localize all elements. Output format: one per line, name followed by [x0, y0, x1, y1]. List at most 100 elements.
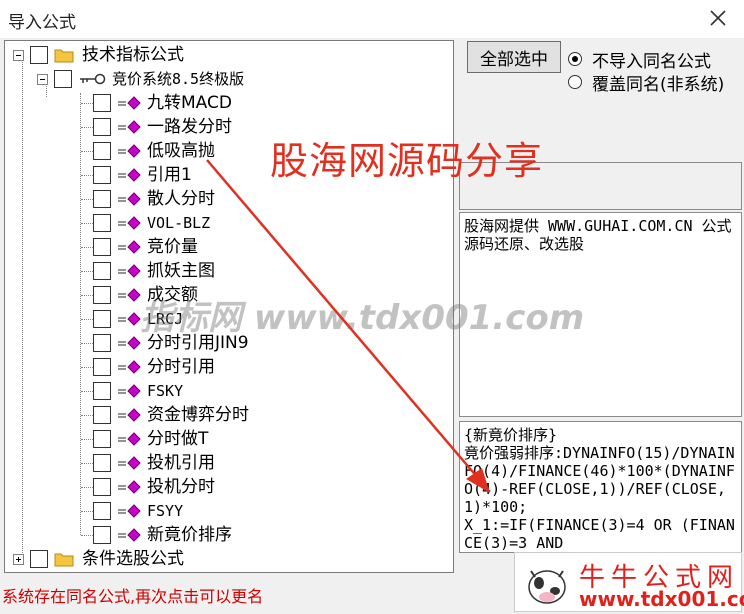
- tree-connector: [81, 535, 93, 536]
- formula-icon: [118, 216, 141, 230]
- checkbox[interactable]: [93, 382, 111, 400]
- tree-connector: [81, 391, 93, 392]
- folder-icon: [54, 49, 74, 63]
- tree-item[interactable]: 分时引用: [93, 355, 215, 379]
- tree-connector: [81, 127, 93, 128]
- checkbox[interactable]: [93, 214, 111, 232]
- tree-item[interactable]: 散人分时: [93, 187, 215, 211]
- checkbox[interactable]: [54, 70, 72, 88]
- expand-icon[interactable]: [13, 553, 24, 565]
- tree-connector: [81, 463, 93, 464]
- checkbox[interactable]: [93, 334, 111, 352]
- checkbox[interactable]: [93, 262, 111, 280]
- close-button[interactable]: [706, 6, 730, 30]
- checkbox[interactable]: [30, 46, 48, 64]
- tree-connector: [81, 199, 93, 200]
- tree-connector: [81, 439, 93, 440]
- tree-item-label: 引用1: [147, 165, 192, 185]
- checkbox[interactable]: [93, 142, 111, 160]
- select-all-button[interactable]: 全部选中: [467, 41, 561, 73]
- tree-node-label: 条件选股公式: [82, 549, 184, 569]
- tree-item-label: 资金博弈分时: [147, 405, 249, 425]
- tree-item[interactable]: 九转MACD: [93, 91, 232, 115]
- tree-item[interactable]: FSKY: [93, 379, 183, 403]
- tree-item[interactable]: 投机分时: [93, 475, 215, 499]
- formula-icon: [118, 504, 141, 518]
- radio-label: 覆盖同名(非系统): [592, 74, 725, 95]
- tree-connector: [81, 319, 93, 320]
- key-icon: [80, 73, 106, 85]
- tree-node-group[interactable]: 竞价系统8.5终极版: [37, 67, 244, 91]
- checkbox[interactable]: [93, 190, 111, 208]
- tree-item-label: 抓妖主图: [147, 261, 215, 281]
- radio-overwrite[interactable]: 覆盖同名(非系统): [568, 70, 725, 95]
- checkbox[interactable]: [93, 478, 111, 496]
- radio-no-import[interactable]: 不导入同名公式: [568, 47, 711, 72]
- checkbox[interactable]: [93, 166, 111, 184]
- tree-item-label: 分时做T: [147, 429, 209, 449]
- tree-item[interactable]: 竞价量: [93, 235, 198, 259]
- tree-item[interactable]: 分时做T: [93, 427, 208, 451]
- checkbox[interactable]: [30, 550, 48, 568]
- tree-item[interactable]: 引用1: [93, 163, 192, 187]
- tree-item-label: 一路发分时: [147, 117, 232, 137]
- tree-item-label: 九转MACD: [147, 93, 232, 113]
- formula-icon: [118, 432, 141, 446]
- radio-button[interactable]: [568, 75, 582, 89]
- tree-item-label: FSKY: [147, 382, 184, 400]
- tree-item[interactable]: 新竟价排序: [93, 523, 232, 547]
- tree-connector: [22, 59, 23, 559]
- collapse-icon[interactable]: [13, 49, 24, 61]
- collapse-icon[interactable]: [37, 73, 48, 85]
- formula-icon: [118, 96, 141, 110]
- tree-item[interactable]: 一路发分时: [93, 115, 232, 139]
- tree-connector: [81, 103, 93, 104]
- checkbox[interactable]: [93, 358, 111, 376]
- checkbox[interactable]: [93, 502, 111, 520]
- cow-logo-icon: [528, 570, 566, 604]
- tree-connector: [81, 415, 93, 416]
- formula-icon: [118, 168, 141, 182]
- tree-connector: [81, 223, 93, 224]
- tree-item[interactable]: 低吸高抛: [93, 139, 215, 163]
- tree-connector: [81, 175, 93, 176]
- title-bar: 导入公式: [0, 0, 744, 38]
- tree-item-label: 投机引用: [147, 453, 215, 473]
- tree-item[interactable]: 投机引用: [93, 451, 215, 475]
- watermark-headline: 股海网源码分享: [270, 139, 544, 183]
- tree-item-label: 低吸高抛: [147, 141, 215, 161]
- formula-icon: [118, 120, 141, 134]
- tree-connector: [81, 271, 93, 272]
- formula-preview[interactable]: {新竟价排序} 竟价强弱排序:DYNAINFO(15)/DYNAINFO(4)/…: [459, 421, 742, 553]
- tree-connector: [80, 93, 81, 535]
- checkbox[interactable]: [93, 526, 111, 544]
- checkbox[interactable]: [93, 94, 111, 112]
- checkbox[interactable]: [93, 454, 111, 472]
- tree-item-label: 散人分时: [147, 189, 215, 209]
- description-text: 股海网提供 WWW.GUHAI.COM.CN 公式源码还原、改选股: [464, 217, 732, 253]
- checkbox[interactable]: [93, 310, 111, 328]
- tree-item[interactable]: VOL-BLZ: [93, 211, 210, 235]
- checkbox[interactable]: [93, 430, 111, 448]
- formula-icon: [118, 240, 141, 254]
- radio-button[interactable]: [568, 52, 582, 66]
- radio-label: 不导入同名公式: [592, 51, 711, 72]
- checkbox[interactable]: [93, 238, 111, 256]
- formula-icon: [118, 192, 141, 206]
- close-icon: [710, 10, 726, 26]
- formula-icon: [118, 408, 141, 422]
- checkbox[interactable]: [93, 118, 111, 136]
- checkbox[interactable]: [93, 286, 111, 304]
- tree-item[interactable]: 资金博弈分时: [93, 403, 249, 427]
- tree-node-label: 竞价系统8.5终极版: [112, 70, 245, 88]
- checkbox[interactable]: [93, 406, 111, 424]
- tree-connector: [81, 151, 93, 152]
- formula-icon: [118, 384, 141, 398]
- formula-icon: [118, 360, 141, 374]
- tree-node-root2[interactable]: 条件选股公式: [13, 547, 184, 571]
- logo-url: www.tdx001.com: [579, 587, 744, 611]
- tree-item[interactable]: 抓妖主图: [93, 259, 215, 283]
- tree-item[interactable]: FSYY: [93, 499, 183, 523]
- tree-connector: [81, 295, 93, 296]
- tree-node-root[interactable]: 技术指标公式: [13, 43, 184, 67]
